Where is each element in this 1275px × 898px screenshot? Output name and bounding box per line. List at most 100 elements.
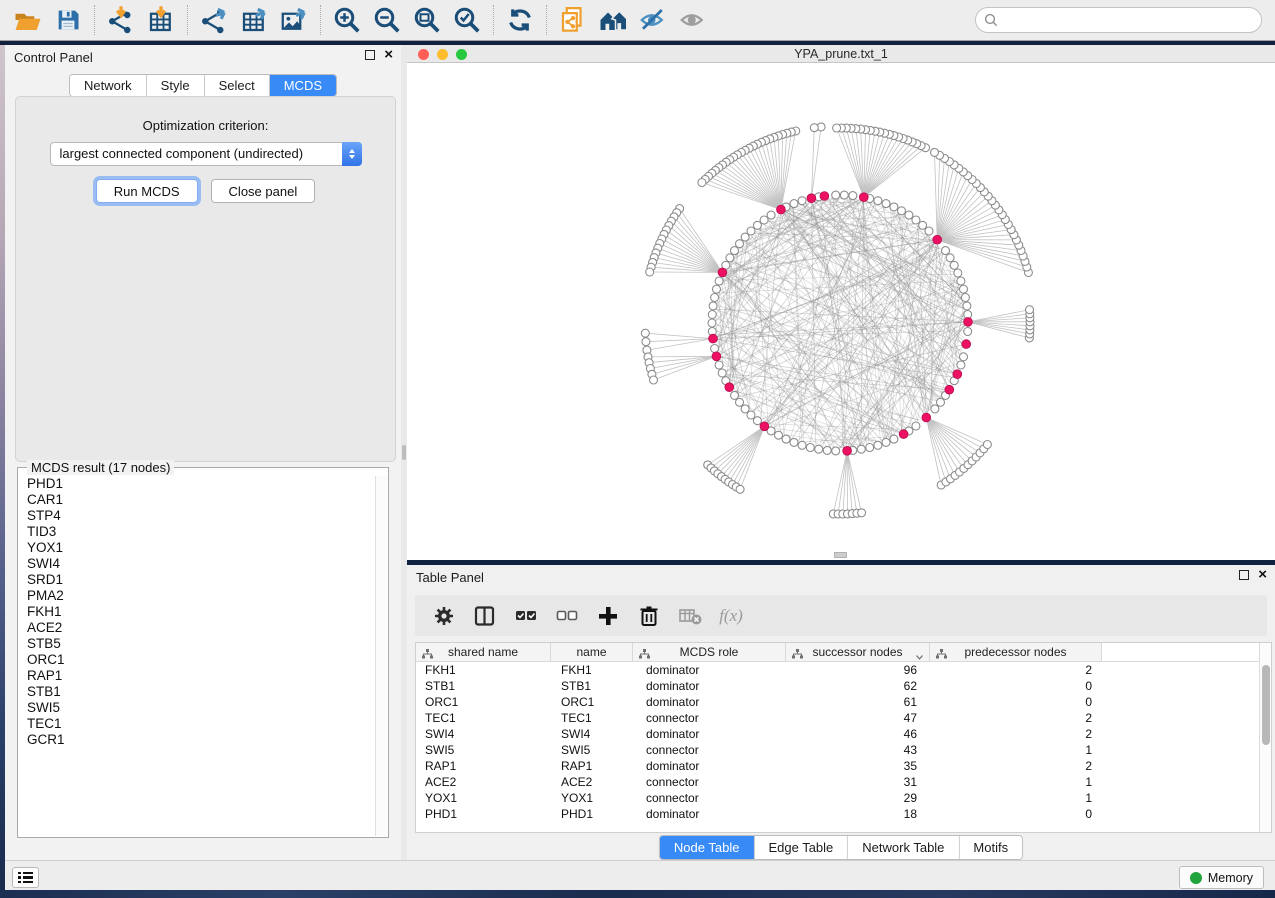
delete-column-icon[interactable] [636, 603, 662, 629]
duplicate-network-icon[interactable] [553, 3, 593, 37]
cell-successor_nodes[interactable]: 29 [786, 791, 930, 805]
export-network-icon[interactable] [194, 3, 234, 37]
mcds-result-item[interactable]: SRD1 [27, 572, 375, 588]
cell-predecessor_nodes[interactable]: 0 [930, 807, 1102, 821]
close-panel-button[interactable]: Close panel [211, 179, 316, 203]
cell-predecessor_nodes[interactable]: 0 [930, 695, 1102, 709]
zoom-out-icon[interactable] [367, 3, 407, 37]
cell-successor_nodes[interactable]: 31 [786, 775, 930, 789]
cell-predecessor_nodes[interactable]: 2 [930, 759, 1102, 773]
node-table[interactable]: shared namenameMCDS rolesuccessor nodesp… [415, 642, 1272, 833]
cell-name[interactable]: PHD1 [551, 807, 633, 821]
mcds-result-item[interactable]: TID3 [27, 524, 375, 540]
table-row[interactable]: SWI5SWI5connector431 [416, 742, 1271, 758]
chevron-down-icon[interactable] [916, 649, 923, 654]
table-row[interactable]: SWI4SWI4dominator462 [416, 726, 1271, 742]
table-row[interactable]: YOX1YOX1connector291 [416, 790, 1271, 806]
cell-shared_name[interactable]: FKH1 [416, 663, 551, 677]
tab-network-table[interactable]: Network Table [848, 836, 959, 859]
close-table-panel-icon[interactable]: × [1258, 570, 1267, 580]
cell-successor_nodes[interactable]: 47 [786, 711, 930, 725]
cell-shared_name[interactable]: ORC1 [416, 695, 551, 709]
import-table-icon[interactable] [141, 3, 181, 37]
tab-style[interactable]: Style [147, 75, 205, 96]
cell-name[interactable]: SWI5 [551, 743, 633, 757]
column-header-shared_name[interactable]: shared name [416, 643, 551, 661]
cell-mcds_role[interactable]: connector [633, 711, 786, 725]
cell-shared_name[interactable]: SWI5 [416, 743, 551, 757]
table-row[interactable]: STB1STB1dominator620 [416, 678, 1271, 694]
tab-network[interactable]: Network [70, 75, 147, 96]
cell-mcds_role[interactable]: dominator [633, 663, 786, 677]
cell-successor_nodes[interactable]: 46 [786, 727, 930, 741]
table-scrollbar-thumb[interactable] [1262, 665, 1270, 745]
mcds-result-item[interactable]: RAP1 [27, 668, 375, 684]
run-mcds-button[interactable]: Run MCDS [96, 179, 198, 203]
cell-shared_name[interactable]: PHD1 [416, 807, 551, 821]
table-row[interactable]: FKH1FKH1dominator962 [416, 662, 1271, 678]
column-panel-icon[interactable] [472, 603, 498, 629]
mcds-result-item[interactable]: STB1 [27, 684, 375, 700]
network-view-titlebar[interactable]: YPA_prune.txt_1 [407, 45, 1275, 63]
zoom-in-icon[interactable] [327, 3, 367, 37]
cell-successor_nodes[interactable]: 35 [786, 759, 930, 773]
window-close-icon[interactable] [418, 49, 429, 60]
cell-mcds_role[interactable]: connector [633, 791, 786, 805]
mcds-result-item[interactable]: PMA2 [27, 588, 375, 604]
cell-name[interactable]: SWI4 [551, 727, 633, 741]
network-graph[interactable] [407, 63, 1275, 559]
tab-edge-table[interactable]: Edge Table [754, 836, 848, 859]
tab-select[interactable]: Select [205, 75, 270, 96]
column-header-predecessor_nodes[interactable]: predecessor nodes [930, 643, 1102, 661]
mcds-result-item[interactable]: GCR1 [27, 732, 375, 748]
search-input[interactable] [1003, 10, 1261, 30]
select-all-icon[interactable] [513, 603, 539, 629]
cell-successor_nodes[interactable]: 43 [786, 743, 930, 757]
task-history-button[interactable] [12, 867, 39, 888]
cell-predecessor_nodes[interactable]: 2 [930, 663, 1102, 677]
hide-selected-icon[interactable] [633, 3, 673, 37]
splitter-grip[interactable] [402, 445, 406, 460]
cell-predecessor_nodes[interactable]: 2 [930, 711, 1102, 725]
mcds-result-item[interactable]: YOX1 [27, 540, 375, 556]
memory-button[interactable]: Memory [1179, 866, 1264, 889]
cell-predecessor_nodes[interactable]: 1 [930, 791, 1102, 805]
cell-name[interactable]: STB1 [551, 679, 633, 693]
float-panel-icon[interactable] [365, 50, 375, 60]
show-all-icon[interactable] [673, 3, 713, 37]
cell-successor_nodes[interactable]: 18 [786, 807, 930, 821]
tab-node-table[interactable]: Node Table [660, 836, 755, 859]
open-icon[interactable] [8, 3, 48, 37]
cell-name[interactable]: FKH1 [551, 663, 633, 677]
tab-mcds[interactable]: MCDS [270, 75, 336, 96]
mcds-result-list[interactable]: PHD1CAR1STP4TID3YOX1SWI4SRD1PMA2FKH1ACE2… [19, 476, 375, 836]
cell-successor_nodes[interactable]: 62 [786, 679, 930, 693]
mcds-result-item[interactable]: TEC1 [27, 716, 375, 732]
cell-name[interactable]: ACE2 [551, 775, 633, 789]
close-panel-icon[interactable]: × [384, 50, 393, 60]
cell-mcds_role[interactable]: dominator [633, 759, 786, 773]
tab-motifs[interactable]: Motifs [959, 836, 1022, 859]
table-row[interactable]: ORC1ORC1dominator610 [416, 694, 1271, 710]
mcds-result-item[interactable]: SWI5 [27, 700, 375, 716]
cell-name[interactable]: YOX1 [551, 791, 633, 805]
cell-predecessor_nodes[interactable]: 2 [930, 727, 1102, 741]
zoom-fit-icon[interactable] [407, 3, 447, 37]
mcds-result-item[interactable]: STP4 [27, 508, 375, 524]
cell-name[interactable]: ORC1 [551, 695, 633, 709]
export-image-icon[interactable] [274, 3, 314, 37]
cell-shared_name[interactable]: RAP1 [416, 759, 551, 773]
mcds-result-item[interactable]: ORC1 [27, 652, 375, 668]
cell-shared_name[interactable]: YOX1 [416, 791, 551, 805]
cell-name[interactable]: RAP1 [551, 759, 633, 773]
table-row[interactable]: RAP1RAP1dominator352 [416, 758, 1271, 774]
cell-mcds_role[interactable]: connector [633, 743, 786, 757]
window-maximize-icon[interactable] [456, 49, 467, 60]
table-scrollbar[interactable] [1259, 643, 1271, 832]
column-header-name[interactable]: name [551, 643, 633, 661]
first-neighbors-icon[interactable] [593, 3, 633, 37]
cell-successor_nodes[interactable]: 96 [786, 663, 930, 677]
criterion-dropdown[interactable]: largest connected component (undirected) [50, 142, 362, 166]
cell-predecessor_nodes[interactable]: 1 [930, 775, 1102, 789]
table-row[interactable]: PHD1PHD1dominator180 [416, 806, 1271, 822]
